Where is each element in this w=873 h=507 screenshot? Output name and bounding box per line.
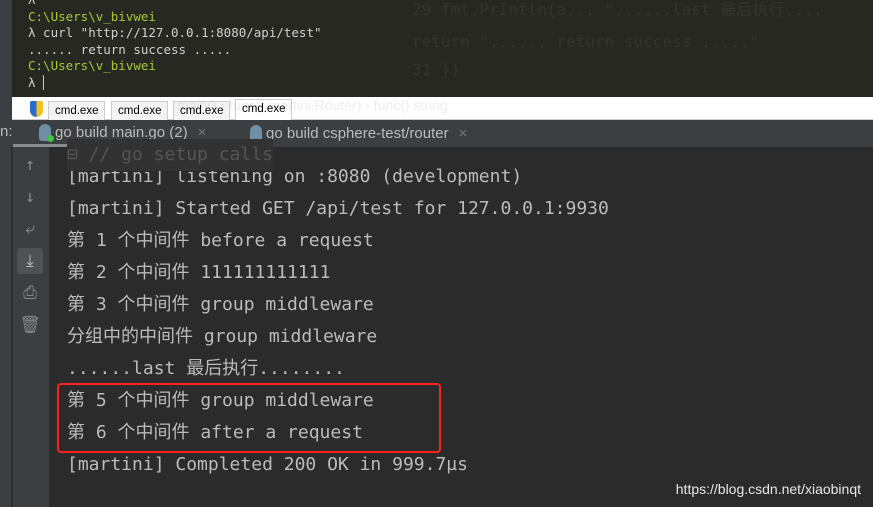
ghost-breadcrumb: main() › func(r martini.Router) › func()… xyxy=(177,97,448,113)
arrow-down-icon[interactable]: ↓ xyxy=(17,184,43,210)
console-line: [martini] Completed 200 OK in 999.7µs xyxy=(67,454,468,475)
ghost-text: ⊟ // go setup calls xyxy=(67,139,273,171)
console-line: 分组中的中间件 group middleware xyxy=(67,326,378,347)
scroll-to-end-icon[interactable]: ⤓ xyxy=(17,248,43,274)
arrow-up-icon[interactable]: ↑ xyxy=(17,152,43,178)
run-tab-router[interactable]: go build csphere-test/router × xyxy=(250,120,467,147)
ghost-text: return "...... return success ....." xyxy=(412,32,759,51)
cmd-tab[interactable]: cmd.exe xyxy=(48,101,106,120)
console-line: 第 2 个中间件 111111111111 xyxy=(67,262,331,283)
cmd-window[interactable]: 29 fmt.Println(a... "......last 最后执行....… xyxy=(12,0,873,97)
close-icon[interactable]: × xyxy=(459,121,468,146)
console-output: ⊟ // go setup calls [martini] listening … xyxy=(49,139,873,507)
run-label: n: xyxy=(0,123,13,140)
run-tab-label: go build csphere-test/router xyxy=(266,125,449,142)
console-line: 第 3 个中间件 group middleware xyxy=(67,294,374,315)
watermark: https://blog.csdn.net/xiaobinqt xyxy=(675,481,861,497)
print-icon[interactable]: ⎙ xyxy=(17,280,43,306)
gopher-run-icon xyxy=(39,123,54,142)
cmd-tab-bar: cmd.exe cmd.exe cmd.exe cmd.exe main() ›… xyxy=(12,97,873,120)
left-gutter xyxy=(0,147,12,507)
console-toolbar: ↑ ↓ ⤶ ⤓ ⎙ 🗑 xyxy=(12,147,49,507)
shield-icon xyxy=(30,101,43,117)
console-line: ......last 最后执行........ xyxy=(67,358,345,379)
ghost-text: 31 }) xyxy=(412,60,461,79)
soft-wrap-icon[interactable]: ⤶ xyxy=(17,216,43,242)
trash-icon[interactable]: 🗑 xyxy=(17,312,43,338)
highlight-box xyxy=(57,383,441,453)
cmd-tab[interactable]: cmd.exe xyxy=(111,101,169,120)
ghost-text: 29 fmt.Println(a... "......last 最后执行.... xyxy=(412,0,823,19)
console-line: 第 1 个中间件 before a request xyxy=(67,230,374,251)
console-line: [martini] Started GET /api/test for 127.… xyxy=(67,198,609,219)
